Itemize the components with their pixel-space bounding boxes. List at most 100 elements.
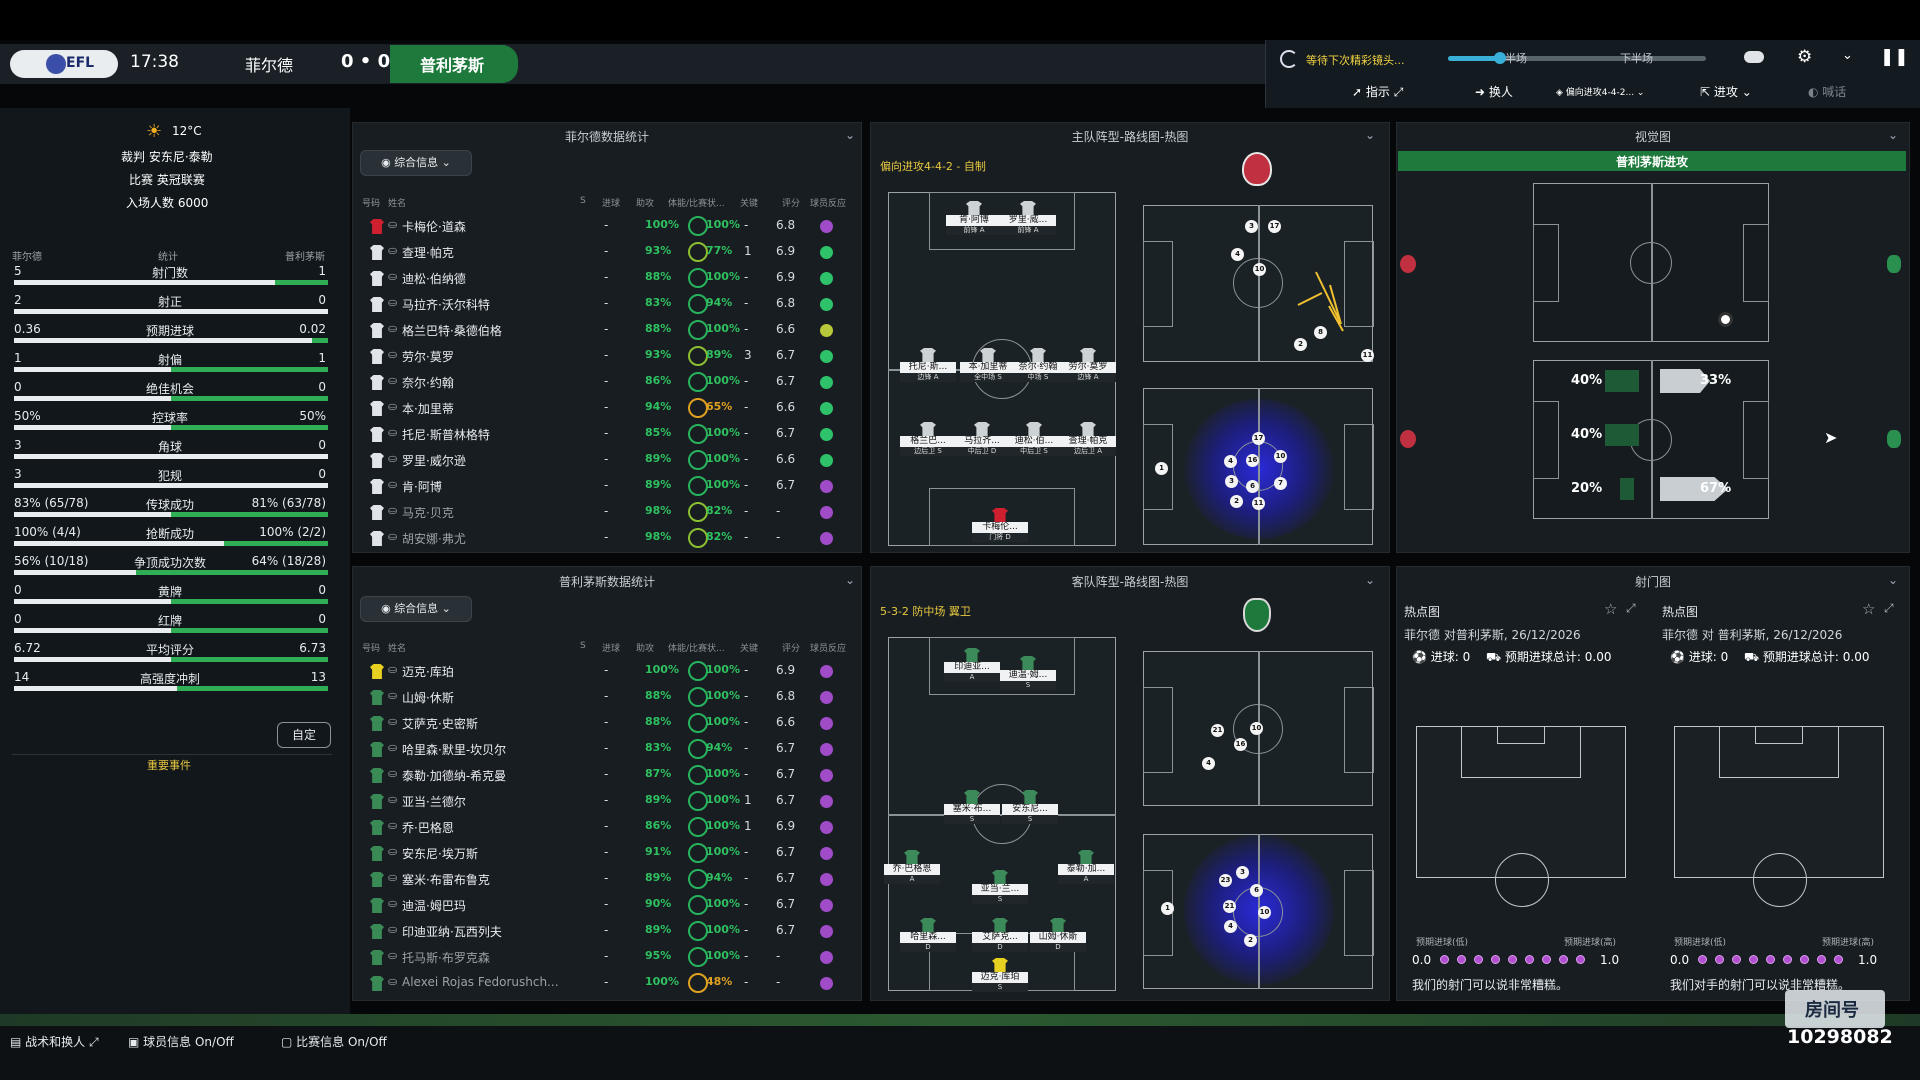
formation-player[interactable]: 安东尼... S — [1002, 790, 1058, 826]
substitution-button[interactable]: ➜ 换人 — [1475, 83, 1513, 100]
player-info-toggle[interactable]: ▣ 球员信息 On/Off — [128, 1033, 234, 1050]
player-name[interactable]: 塞米·布雷布鲁克 — [402, 871, 490, 888]
popout-icon[interactable]: ⤢ — [1626, 601, 1636, 616]
column-header[interactable]: 球员反应 — [810, 641, 846, 654]
table-row[interactable]: ⛀ 泰勒·加德纳-希克曼 -87% 100% -6.7 — [362, 763, 852, 789]
formation-player[interactable]: 塞米·布... S — [944, 790, 1000, 826]
column-header[interactable]: S — [580, 196, 586, 206]
formation-player[interactable]: 艾萨克... D — [972, 918, 1028, 954]
formation-player[interactable]: 托尼·斯... 边锋 A — [900, 348, 956, 384]
collapse-chevron-icon[interactable]: ⌄ — [845, 128, 855, 142]
home-info-dropdown[interactable]: ◉ 综合信息 ⌄ — [360, 150, 472, 176]
player-name[interactable]: 马克·贝克 — [402, 504, 454, 521]
player-name[interactable]: 泰勒·加德纳-希克曼 — [402, 767, 506, 784]
table-row[interactable]: ⛀ 奈尔·约翰 -86% 100% -6.7 — [362, 370, 852, 396]
table-row[interactable]: ⛀ 塞米·布雷布鲁克 -89% 94% -6.7 — [362, 867, 852, 893]
collapse-chevron-icon[interactable]: ⌄ — [1888, 128, 1898, 142]
column-header[interactable]: 关键 — [740, 196, 758, 209]
player-name[interactable]: Alexei Rojas Fedorushch... — [402, 975, 559, 989]
custom-button[interactable]: 自定 — [277, 722, 331, 748]
table-row[interactable]: ⛀ 山姆·休斯 -88% 100% -6.8 — [362, 685, 852, 711]
formation-player[interactable]: 奈尔·约翰 中场 S — [1010, 348, 1066, 384]
formation-player[interactable]: 乔·巴格恩 A — [884, 850, 940, 886]
player-name[interactable]: 迈克·库珀 — [402, 663, 454, 680]
weather-cloud-icon[interactable] — [1744, 51, 1764, 63]
formation-player[interactable]: 山姆·休斯 D — [1030, 918, 1086, 954]
instructions-button[interactable]: ➚ 指示 ⤢ — [1352, 83, 1403, 100]
formation-player[interactable]: 亚当·兰... S — [972, 870, 1028, 906]
column-header[interactable]: 进球 — [602, 641, 620, 654]
table-row[interactable]: ⛀ 肯·阿博 -89% 100% -6.7 — [362, 474, 852, 500]
table-row[interactable]: ⛀ 查理·帕克 - 93% 77% 1 6.9 — [362, 240, 852, 266]
table-row[interactable]: ⛀ 亚当·兰德尔 - 89% 100% 1 6.7 — [362, 789, 852, 815]
column-header[interactable]: S — [580, 641, 586, 651]
table-row[interactable]: ⛀ 罗里·威尔逊 -89% 100% -6.6 — [362, 448, 852, 474]
player-name[interactable]: 胡安娜·弗尤 — [402, 530, 466, 547]
popout-icon[interactable]: ⤢ — [1884, 601, 1894, 616]
formation-player[interactable]: 卡梅伦... 门将 D — [972, 508, 1028, 544]
table-row[interactable]: ⛀ 托马斯·布罗克森 -95% 100% - - — [362, 945, 852, 971]
column-header[interactable]: 体能/比赛状... — [668, 641, 725, 654]
column-header[interactable]: 关键 — [740, 641, 758, 654]
formation-player[interactable]: 迪松·伯... 中后卫 S — [1006, 422, 1062, 458]
formation-player[interactable]: 哈里森... D — [900, 918, 956, 954]
table-row[interactable]: ⛀ 迈克·库珀 -100% 100% -6.9 — [362, 659, 852, 685]
column-header[interactable]: 评分 — [782, 641, 800, 654]
table-row[interactable]: ⛀ 马拉齐·沃尔科特 -83% 94% -6.8 — [362, 292, 852, 318]
column-header[interactable]: 号码 — [362, 641, 380, 654]
mentality-dropdown[interactable]: ⇱ 进攻 ⌄ — [1700, 83, 1752, 100]
formation-player[interactable]: 迈克·库珀 S — [972, 958, 1028, 994]
table-row[interactable]: ⛀ 哈里森·默里-坎贝尔 -83% 94% -6.7 — [362, 737, 852, 763]
column-header[interactable]: 号码 — [362, 196, 380, 209]
player-name[interactable]: 劳尔·莫罗 — [402, 348, 454, 365]
player-name[interactable]: 肯·阿博 — [402, 478, 442, 495]
formation-player[interactable]: 格兰巴... 边后卫 S — [900, 422, 956, 458]
formation-player[interactable]: 本·加里蒂 全中场 S — [960, 348, 1016, 384]
table-row[interactable]: ⛀ 卡梅伦·道森 -100% 100% -6.8 — [362, 214, 852, 240]
speed-slider[interactable] — [1448, 52, 1706, 64]
shout-button[interactable]: ◐ 喊话 — [1808, 83, 1846, 100]
column-header[interactable]: 助攻 — [636, 641, 654, 654]
chevron-down-icon[interactable]: ⌄ — [1842, 48, 1853, 63]
formation-player[interactable]: 劳尔·莫罗 边锋 A — [1060, 348, 1116, 384]
table-row[interactable]: ⛀ 印迪亚纳·瓦西列夫 -89% 100% -6.7 — [362, 919, 852, 945]
table-row[interactable]: ⛀ 安东尼·埃万斯 -91% 100% -6.7 — [362, 841, 852, 867]
table-row[interactable]: ⛀ 格兰巴特·桑德伯格 -88% 100% -6.6 — [362, 318, 852, 344]
player-name[interactable]: 本·加里蒂 — [402, 400, 454, 417]
collapse-chevron-icon[interactable]: ⌄ — [1888, 573, 1898, 587]
column-header[interactable]: 姓名 — [388, 641, 406, 654]
player-name[interactable]: 迪温·姆巴玛 — [402, 897, 466, 914]
table-row[interactable]: ⛀ 劳尔·莫罗 - 93% 89% 3 6.7 — [362, 344, 852, 370]
star-icon[interactable]: ☆ — [1862, 600, 1875, 618]
formation-player[interactable]: 迪温·姆... S — [1000, 656, 1056, 692]
tactic-dropdown[interactable]: ◈ 偏向进攻4-4-2... ⌄ — [1556, 85, 1644, 98]
collapse-chevron-icon[interactable]: ⌄ — [845, 573, 855, 587]
star-icon[interactable]: ☆ — [1604, 600, 1617, 618]
table-row[interactable]: ⛀ 胡安娜·弗尤 -98% 82% - - — [362, 526, 852, 552]
player-name[interactable]: 山姆·休斯 — [402, 689, 454, 706]
player-name[interactable]: 查理·帕克 — [402, 244, 454, 261]
formation-player[interactable]: 查理·帕克 边后卫 A — [1060, 422, 1116, 458]
column-header[interactable]: 助攻 — [636, 196, 654, 209]
match-info-toggle[interactable]: ▢ 比赛信息 On/Off — [281, 1033, 387, 1050]
column-header[interactable]: 姓名 — [388, 196, 406, 209]
column-header[interactable]: 进球 — [602, 196, 620, 209]
pause-icon[interactable]: ❚❚ — [1880, 47, 1909, 67]
formation-player[interactable]: 马拉齐... 中后卫 D — [954, 422, 1010, 458]
player-name[interactable]: 托尼·斯普林格特 — [402, 426, 490, 443]
player-name[interactable]: 艾萨克·史密斯 — [402, 715, 478, 732]
table-row[interactable]: ⛀ 迪松·伯纳德 -88% 100% -6.9 — [362, 266, 852, 292]
formation-player[interactable]: 罗里·威... 前锋 A — [1000, 201, 1056, 237]
player-name[interactable]: 托马斯·布罗克森 — [402, 949, 490, 966]
player-name[interactable]: 迪松·伯纳德 — [402, 270, 466, 287]
settings-gear-icon[interactable]: ⚙ — [1797, 47, 1812, 67]
player-name[interactable]: 印迪亚纳·瓦西列夫 — [402, 923, 502, 940]
player-name[interactable]: 罗里·威尔逊 — [402, 452, 466, 469]
table-row[interactable]: ⛀ Alexei Rojas Fedorushch... -100% 48% - - — [362, 971, 852, 997]
table-row[interactable]: ⛀ 艾萨克·史密斯 -88% 100% -6.6 — [362, 711, 852, 737]
player-name[interactable]: 亚当·兰德尔 — [402, 793, 466, 810]
player-name[interactable]: 格兰巴特·桑德伯格 — [402, 322, 502, 339]
table-row[interactable]: ⛀ 乔·巴格恩 - 86% 100% 1 6.9 — [362, 815, 852, 841]
player-name[interactable]: 安东尼·埃万斯 — [402, 845, 478, 862]
column-header[interactable]: 体能/比赛状... — [668, 196, 725, 209]
